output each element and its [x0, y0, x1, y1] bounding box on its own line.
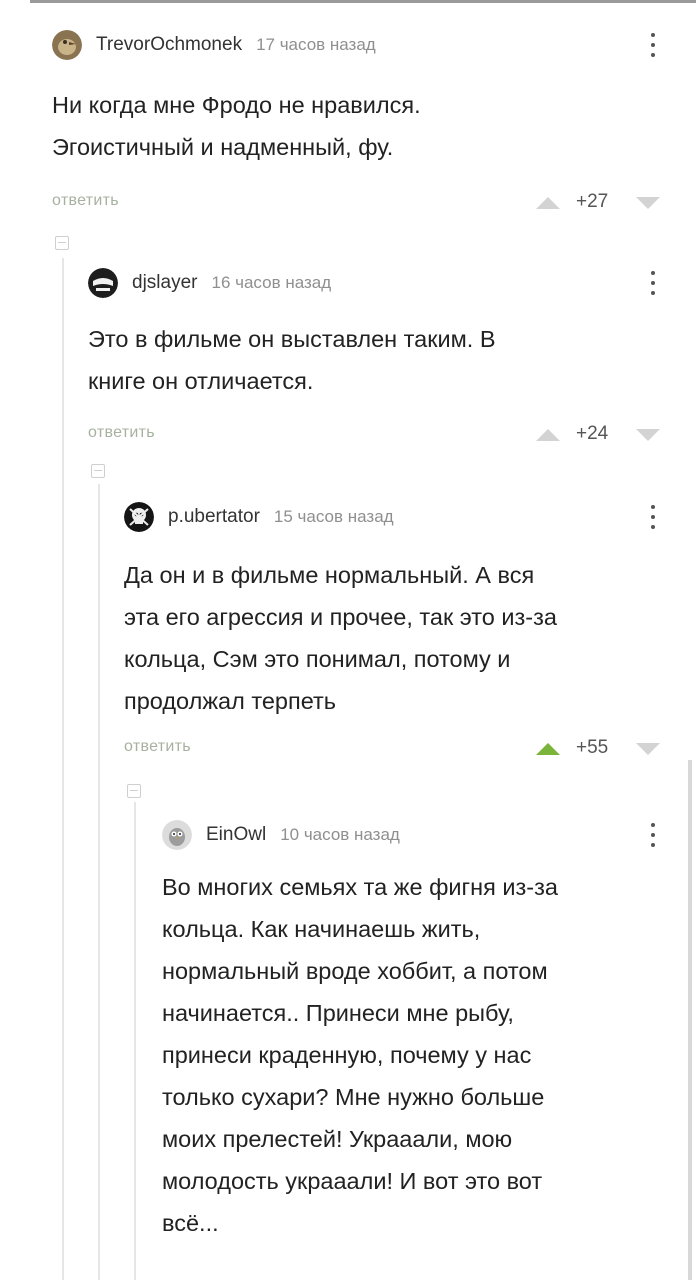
comment-text: Во многих семьях та же фигня из-за кольц…: [162, 874, 558, 1236]
more-vertical-icon[interactable]: [646, 268, 660, 298]
comment-header: TrevorOchmonek 17 часов назад: [52, 28, 376, 62]
comment: TrevorOchmonek 17 часов назад Ни когда м…: [52, 28, 660, 218]
bird-avatar-icon[interactable]: [52, 30, 82, 60]
comment: p.ubertator 15 часов назад Да он и в фил…: [124, 500, 660, 760]
comment-actions: ответить +24: [88, 420, 660, 450]
comment-time[interactable]: 15 часов назад: [274, 507, 394, 527]
arrow-down-icon[interactable]: [636, 429, 660, 441]
collapse-thread-icon[interactable]: [127, 784, 141, 798]
owl-avatar-icon[interactable]: [162, 820, 192, 850]
comment-header: p.ubertator 15 часов назад: [124, 500, 394, 534]
comment-score: +24: [576, 423, 609, 444]
more-vertical-icon[interactable]: [646, 502, 660, 532]
skull-avatar-icon[interactable]: [124, 502, 154, 532]
reply-link[interactable]: ответить: [52, 192, 119, 210]
comment-header: djslayer 16 часов назад: [88, 266, 331, 300]
comment: djslayer 16 часов назад Это в фильме он …: [88, 266, 660, 456]
comment-score: +27: [576, 191, 609, 212]
thread-line: [62, 258, 64, 1280]
arrow-up-icon[interactable]: [536, 743, 560, 755]
collapse-thread-icon[interactable]: [91, 464, 105, 478]
collapse-thread-icon[interactable]: [55, 236, 69, 250]
more-vertical-icon[interactable]: [646, 820, 660, 850]
comment-actions: ответить +27: [52, 188, 660, 218]
comment-actions: ответить +55: [124, 734, 660, 764]
thread-line: [98, 484, 100, 1280]
comment-text: Да он и в фильме нормальный. А вся эта е…: [124, 562, 557, 714]
top-divider: [30, 0, 696, 3]
arrow-up-icon[interactable]: [536, 429, 560, 441]
mask-avatar-icon[interactable]: [88, 268, 118, 298]
comment-author[interactable]: TrevorOchmonek: [96, 34, 242, 56]
comment-author[interactable]: EinOwl: [206, 824, 266, 846]
comment-text: Это в фильме он выставлен таким. В книге…: [88, 326, 496, 394]
scroll-edge: [688, 760, 692, 1280]
comment-author[interactable]: p.ubertator: [168, 506, 260, 528]
comment-score: +55: [576, 737, 609, 758]
reply-link[interactable]: ответить: [88, 424, 155, 442]
comment: EinOwl 10 часов назад Во многих семьях т…: [162, 818, 660, 1280]
comment-time[interactable]: 10 часов назад: [280, 825, 400, 845]
comment-author[interactable]: djslayer: [132, 272, 197, 294]
more-vertical-icon[interactable]: [646, 30, 660, 60]
arrow-down-icon[interactable]: [636, 197, 660, 209]
thread-line: [134, 802, 136, 1280]
comment-time[interactable]: 17 часов назад: [256, 35, 376, 55]
arrow-up-icon[interactable]: [536, 197, 560, 209]
comment-header: EinOwl 10 часов назад: [162, 818, 400, 852]
arrow-down-icon[interactable]: [636, 743, 660, 755]
comment-time[interactable]: 16 часов назад: [211, 273, 331, 293]
comment-text: Ни когда мне Фродо не нравился. Эгоистич…: [52, 92, 421, 160]
reply-link[interactable]: ответить: [124, 738, 191, 756]
